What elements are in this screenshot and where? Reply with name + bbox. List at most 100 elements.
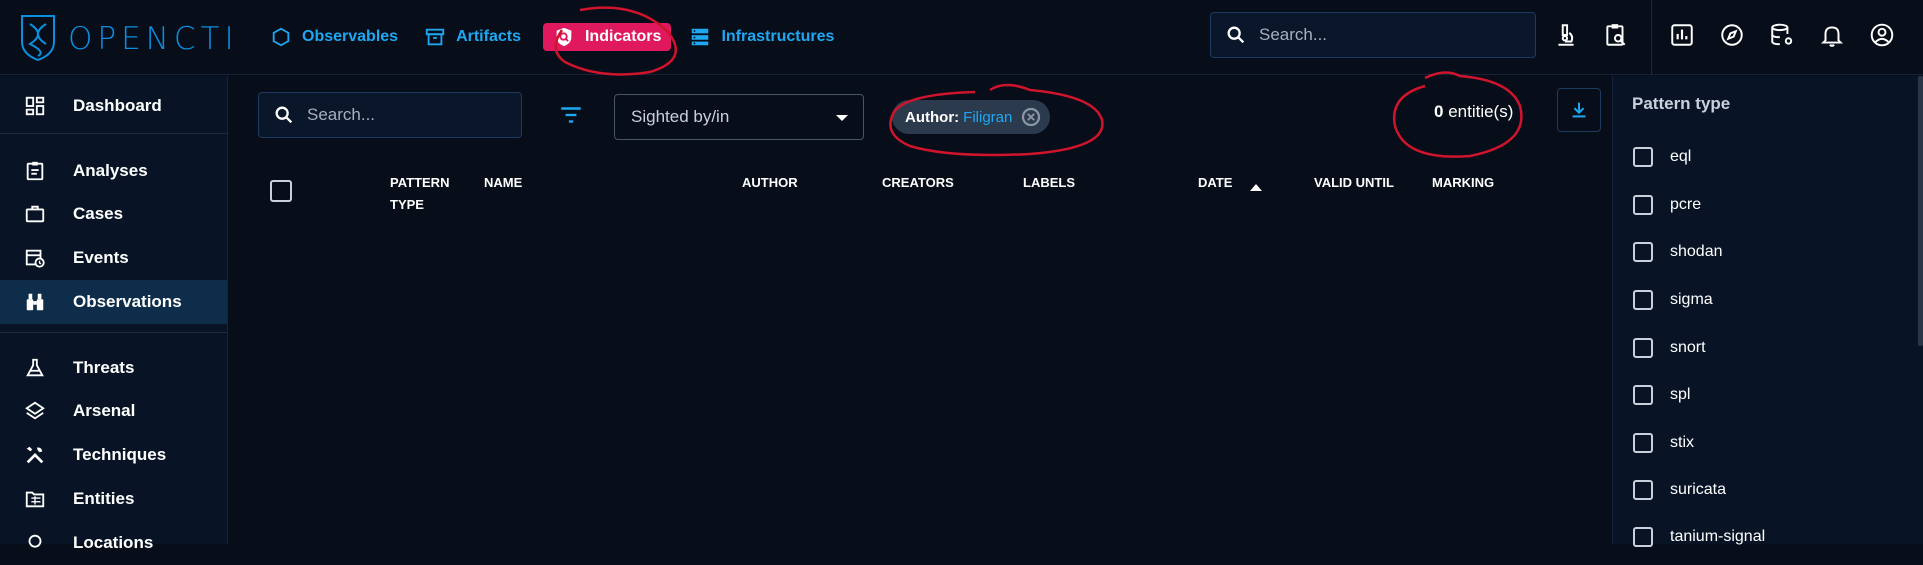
- investigation-button[interactable]: [1547, 16, 1585, 54]
- column-header-name[interactable]: Name: [484, 172, 522, 194]
- close-circle-icon[interactable]: [1020, 106, 1042, 128]
- nav-artifacts-label: Artifacts: [456, 28, 521, 45]
- download-icon: [1572, 102, 1586, 118]
- briefcase-icon: [25, 205, 45, 223]
- sidebar-item-entities[interactable]: Entities: [0, 477, 227, 521]
- logo-text: OPENCTI: [68, 21, 239, 57]
- nav-infrastructures[interactable]: Infrastructures: [681, 21, 842, 53]
- sidebar-item-observations[interactable]: Observations: [0, 280, 227, 324]
- global-search[interactable]: [1210, 12, 1536, 58]
- pattern-type-option[interactable]: suricata: [1633, 475, 1893, 505]
- pattern-type-option[interactable]: eql: [1633, 142, 1893, 172]
- microscope-icon: [1558, 24, 1574, 46]
- entity-count-label: entitie(s): [1443, 102, 1514, 121]
- checkbox[interactable]: [1633, 242, 1653, 262]
- column-header-valid-until[interactable]: Valid until: [1314, 172, 1394, 194]
- pattern-type-panel: Pattern type eql pcre shodan sigma snort…: [1612, 76, 1923, 547]
- checkbox[interactable]: [1633, 338, 1653, 358]
- sidebar-item-label: Locations: [73, 533, 154, 552]
- top-divider: [1651, 0, 1652, 75]
- caret-down-icon: [836, 115, 848, 121]
- checkbox[interactable]: [1633, 195, 1653, 215]
- export-button[interactable]: [1557, 88, 1601, 132]
- list-search-input[interactable]: [307, 105, 507, 125]
- account-circle-icon: [1870, 23, 1894, 47]
- nav-indicators-label: Indicators: [584, 28, 662, 45]
- sidebar-item-label: Arsenal: [73, 401, 136, 420]
- bell-icon: [1820, 26, 1844, 47]
- sidebar-divider: [0, 133, 227, 134]
- column-header-pattern-type[interactable]: Pattern type: [390, 172, 465, 216]
- dashboard-icon: [25, 96, 45, 116]
- sidebar-item-techniques[interactable]: Techniques: [0, 433, 227, 477]
- sidebar-item-cases[interactable]: Cases: [0, 192, 227, 236]
- column-header-marking[interactable]: Marking: [1432, 172, 1494, 194]
- sidebar-item-label: Techniques: [73, 445, 167, 464]
- column-header-date[interactable]: Date: [1198, 172, 1232, 194]
- nav-observables[interactable]: Observables: [262, 21, 406, 53]
- checkbox[interactable]: [1633, 480, 1653, 500]
- option-label: stix: [1670, 434, 1694, 451]
- checkbox[interactable]: [1633, 290, 1653, 310]
- checkbox[interactable]: [1633, 527, 1653, 547]
- query-button[interactable]: [1597, 16, 1635, 54]
- sidebar-item-dashboard[interactable]: Dashboard: [0, 84, 227, 128]
- location-icon: [28, 534, 42, 548]
- option-label: suricata: [1670, 481, 1727, 498]
- pattern-type-option[interactable]: stix: [1633, 428, 1893, 458]
- compass-icon: [1721, 24, 1743, 46]
- user-profile-button[interactable]: [1863, 16, 1901, 54]
- select-all-checkbox[interactable]: [270, 180, 292, 202]
- pattern-type-option[interactable]: shodan: [1633, 237, 1893, 267]
- sidebar-item-analyses[interactable]: Analyses: [0, 149, 227, 193]
- checkbox[interactable]: [1633, 147, 1653, 167]
- left-sidebar: Dashboard Analyses Cases Events Observat…: [0, 76, 228, 552]
- nav-infrastructures-label: Infrastructures: [721, 28, 835, 45]
- calendar-clock-icon: [25, 249, 45, 268]
- filter-chip-value: Filigran: [963, 108, 1013, 126]
- dashboards-button[interactable]: [1663, 16, 1701, 54]
- sidebar-item-arsenal[interactable]: Arsenal: [0, 389, 227, 433]
- chart-box-icon: [1671, 24, 1693, 46]
- pattern-type-option[interactable]: tanium-signal: [1633, 522, 1893, 552]
- sidebar-item-threats[interactable]: Threats: [0, 346, 227, 390]
- pattern-type-option[interactable]: pcre: [1633, 190, 1893, 220]
- option-label: shodan: [1670, 243, 1723, 260]
- option-label: spl: [1670, 386, 1691, 403]
- main-content: Sighted by/in Author: Filigran 0 entitie…: [229, 76, 1611, 544]
- sidebar-item-locations[interactable]: Locations: [0, 521, 227, 565]
- filter-chip-author[interactable]: Author: Filigran: [892, 100, 1051, 134]
- checkbox[interactable]: [1633, 385, 1653, 405]
- top-bar: OPENCTI Observables Artifacts Indicators…: [0, 0, 1923, 75]
- checkbox[interactable]: [1633, 433, 1653, 453]
- data-settings-button[interactable]: [1763, 16, 1801, 54]
- option-label: eql: [1670, 148, 1692, 165]
- pattern-type-option[interactable]: sigma: [1633, 285, 1893, 315]
- sidebar-divider: [0, 332, 227, 333]
- top-user-tools: [1663, 16, 1913, 54]
- list-search[interactable]: [258, 92, 522, 138]
- opencti-logo[interactable]: OPENCTI: [18, 12, 234, 62]
- nav-artifacts[interactable]: Artifacts: [416, 21, 529, 53]
- sidebar-item-label: Observations: [73, 292, 182, 311]
- explore-button[interactable]: [1713, 16, 1751, 54]
- sidebar-item-label: Analyses: [73, 161, 148, 180]
- option-label: sigma: [1670, 291, 1713, 308]
- sort-ascending-icon[interactable]: [1249, 182, 1263, 192]
- panel-scrollbar[interactable]: [1918, 76, 1923, 346]
- sighted-by-select[interactable]: Sighted by/in: [614, 94, 864, 140]
- top-tools: [1547, 16, 1647, 54]
- filter-icon[interactable]: [558, 102, 584, 128]
- nav-indicators[interactable]: Indicators: [542, 23, 672, 51]
- column-header-creators[interactable]: Creators: [882, 172, 954, 194]
- pattern-type-option[interactable]: snort: [1633, 333, 1893, 363]
- column-header-labels[interactable]: Labels: [1023, 172, 1075, 194]
- sidebar-item-events[interactable]: Events: [0, 236, 227, 280]
- notifications-button[interactable]: [1813, 16, 1851, 54]
- option-label: tanium-signal: [1670, 528, 1766, 545]
- clipboard-icon: [26, 161, 44, 181]
- column-header-author[interactable]: Author: [742, 172, 798, 194]
- pattern-type-option[interactable]: spl: [1633, 380, 1893, 410]
- global-search-input[interactable]: [1259, 25, 1519, 45]
- option-label: pcre: [1670, 196, 1702, 213]
